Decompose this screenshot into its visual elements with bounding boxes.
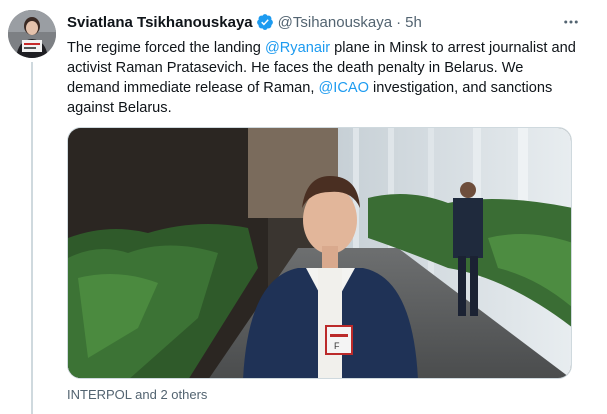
badge-text: F: [334, 341, 340, 351]
separator-dot: ·: [396, 13, 402, 31]
author-handle[interactable]: @Tsihanouskaya: [278, 14, 392, 31]
thread-line: [31, 62, 33, 414]
mention-icao[interactable]: @ICAO: [318, 80, 369, 96]
timestamp[interactable]: 5h: [405, 14, 422, 31]
verified-badge-icon: [256, 13, 274, 31]
avatar-image: [8, 10, 56, 58]
tweet-text-part: The regime forced the landing: [67, 40, 265, 56]
tweet-photo[interactable]: F: [67, 127, 572, 379]
tweet-text: The regime forced the landing @Ryanair p…: [67, 38, 577, 118]
more-dots-icon[interactable]: [561, 12, 581, 32]
tweet[interactable]: Sviatlana Tsikhanouskaya @Tsihanouskaya …: [0, 0, 607, 414]
author-name[interactable]: Sviatlana Tsikhanouskaya: [67, 14, 253, 31]
mention-ryanair[interactable]: @Ryanair: [265, 40, 330, 56]
tagged-users[interactable]: INTERPOL and 2 others: [67, 387, 207, 402]
photo-image: F: [68, 128, 571, 378]
tweet-header: Sviatlana Tsikhanouskaya @Tsihanouskaya …: [67, 12, 567, 32]
avatar[interactable]: [8, 10, 56, 58]
